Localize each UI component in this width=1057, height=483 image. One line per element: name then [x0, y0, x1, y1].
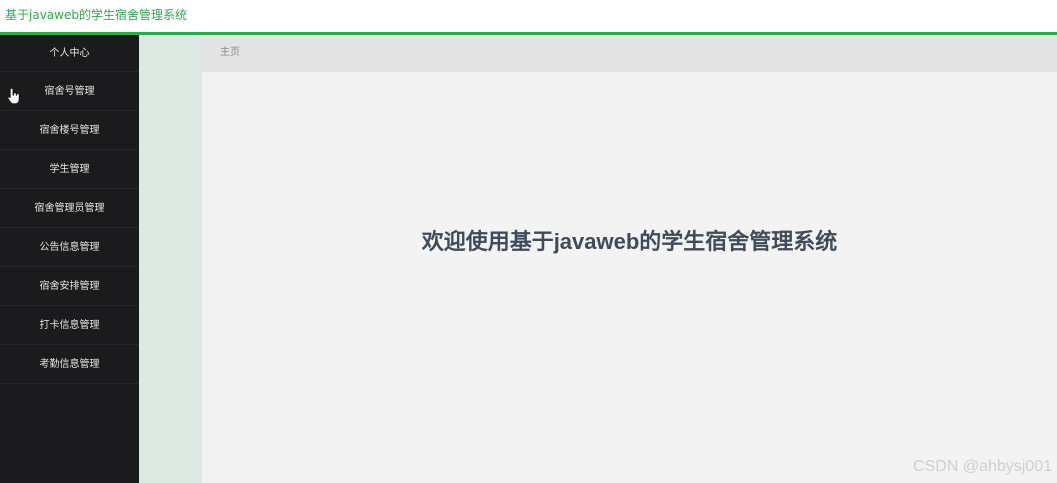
csdn-watermark: CSDN @ahbysj001 — [913, 458, 1052, 475]
sidebar-item-announcements[interactable]: 公告信息管理 — [0, 228, 139, 267]
main-content: 主页 欢迎使用基于javaweb的学生宿舍管理系统 CSDN @ahbysj00… — [202, 35, 1057, 483]
app-title: 基于javaweb的学生宿舍管理系统 — [5, 8, 187, 22]
breadcrumb-home-link[interactable]: 主页 — [220, 46, 240, 60]
sidebar-item-dorm-building[interactable]: 宿舍楼号管理 — [0, 111, 139, 150]
breadcrumb: 主页 — [202, 35, 1057, 72]
sidebar-gap — [139, 35, 202, 483]
sidebar-item-attendance[interactable]: 考勤信息管理 — [0, 345, 139, 384]
sidebar-item-check-in[interactable]: 打卡信息管理 — [0, 306, 139, 345]
sidebar-item-dorm-admins[interactable]: 宿舍管理员管理 — [0, 189, 139, 228]
top-header: 基于javaweb的学生宿舍管理系统 — [0, 0, 1057, 35]
sidebar-item-dorm-arrangement[interactable]: 宿舍安排管理 — [0, 267, 139, 306]
sidebar-item-students[interactable]: 学生管理 — [0, 150, 139, 189]
sidebar-item-personal-center[interactable]: 个人中心 — [0, 35, 139, 72]
hand-pointer-icon — [7, 87, 20, 105]
welcome-message: 欢迎使用基于javaweb的学生宿舍管理系统 — [421, 229, 838, 254]
